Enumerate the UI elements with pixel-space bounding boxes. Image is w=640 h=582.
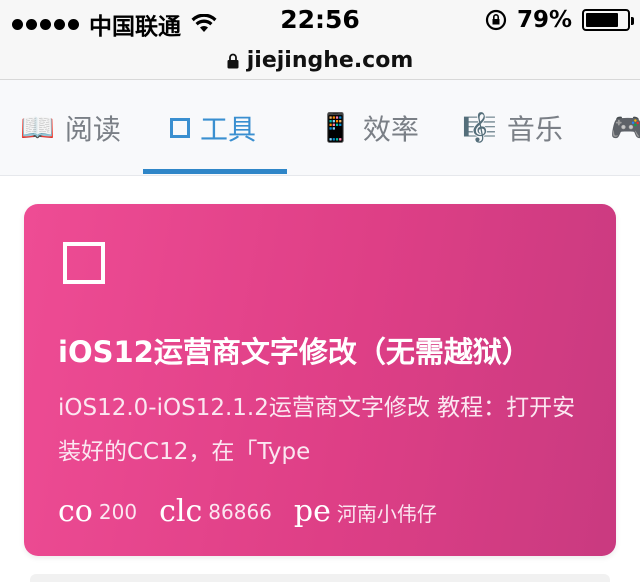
tab-tools[interactable]: 工具 (170, 80, 257, 175)
author-meta: pe 河南小伟仔 (294, 497, 437, 527)
status-bar: 中国联通 22:56 79% (0, 0, 640, 42)
comment-count: 200 (98, 500, 138, 524)
tab-reading[interactable]: 📖 阅读 (20, 80, 121, 175)
tab-label: 阅读 (64, 113, 121, 146)
tab-label: 工具 (200, 113, 257, 146)
category-tabs: 📖 阅读 工具 📱 效率 🎼 音乐 🎮 (0, 80, 640, 176)
comment-icon: co (58, 494, 93, 529)
click-count: 86866 (208, 500, 272, 524)
address-bar[interactable]: jiejinghe.com (0, 42, 640, 80)
person-icon: pe (293, 494, 331, 529)
active-tab-indicator (143, 169, 287, 174)
clicks-meta: clc 86866 (159, 497, 272, 527)
article-title[interactable]: iOS12运营商文字修改（无需越狱） (58, 332, 618, 372)
article-card[interactable]: iOS12运营商文字修改（无需越狱） iOS12.0-iOS12.1.2运营商文… (24, 204, 616, 556)
music-score-icon: 🎼 (462, 111, 497, 144)
battery-area: 79% (485, 7, 634, 33)
padlock-icon (227, 53, 239, 68)
battery-level (586, 13, 618, 27)
gamepad-icon: 🎮 (610, 114, 640, 142)
tab-label: 音乐 (506, 113, 563, 146)
click-icon: clc (159, 494, 203, 529)
battery-icon (582, 9, 634, 31)
phone-icon: 📱 (318, 111, 353, 144)
tab-music[interactable]: 🎼 音乐 (462, 80, 563, 175)
tab-efficiency[interactable]: 📱 效率 (318, 80, 419, 175)
tab-games[interactable]: 🎮 (610, 80, 640, 175)
tab-label: 效率 (362, 113, 419, 146)
article-description: iOS12.0-iOS12.1.2运营商文字修改 教程：打开安装好的CC12，在… (58, 395, 576, 465)
rotation-lock-icon (485, 9, 507, 31)
square-icon (170, 118, 190, 138)
comments-meta: co 200 (58, 497, 137, 527)
next-article-card[interactable] (30, 574, 610, 582)
book-icon: 📖 (20, 111, 55, 144)
battery-percentage: 79% (516, 7, 572, 33)
article-meta: co 200 clc 86866 pe 河南小伟仔 (58, 492, 437, 532)
url-text: jiejinghe.com (246, 48, 414, 73)
square-icon (63, 242, 105, 284)
author-name[interactable]: 河南小伟仔 (337, 498, 437, 527)
